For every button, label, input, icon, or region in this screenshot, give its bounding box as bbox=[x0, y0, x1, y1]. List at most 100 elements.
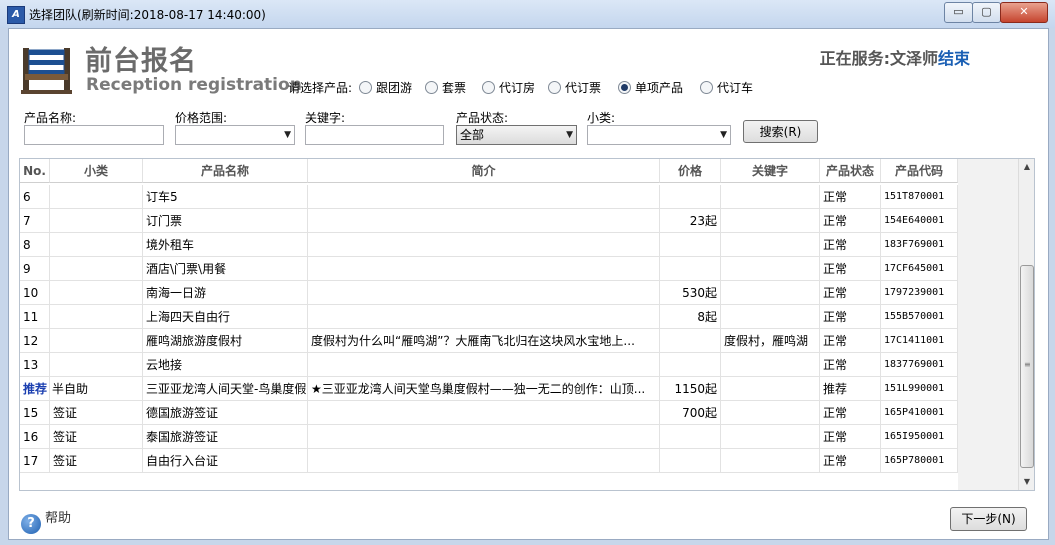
radio-label: 代订房 bbox=[499, 81, 536, 95]
cell-no: 12 bbox=[20, 329, 50, 353]
radio-car-booking[interactable]: 代订车 bbox=[700, 79, 753, 96]
radio-ticket-booking[interactable]: 代订票 bbox=[548, 79, 601, 96]
cell-intro bbox=[308, 401, 660, 425]
table-row[interactable]: 11 上海四天自由行 8起 正常 155B570001 bbox=[20, 305, 958, 329]
table-row[interactable]: 7 订门票 23起 正常 154E640001 bbox=[20, 209, 958, 233]
radio-package[interactable]: 套票 bbox=[425, 79, 466, 96]
window: A 选择团队(刷新时间:2018-08-17 14:40:00) ▭ ▢ ✕ 前… bbox=[0, 0, 1055, 545]
help-link[interactable]: ? 帮助 bbox=[21, 507, 71, 534]
scroll-down-icon[interactable]: ▼ bbox=[1019, 474, 1034, 490]
scroll-thumb[interactable]: ≡ bbox=[1020, 265, 1034, 468]
help-icon: ? bbox=[21, 514, 41, 534]
cell-price bbox=[660, 185, 721, 209]
cell-price bbox=[660, 425, 721, 449]
price-range-select[interactable]: ▼ bbox=[175, 125, 295, 145]
search-button[interactable]: 搜索(R) bbox=[743, 120, 818, 143]
product-table[interactable]: No. 小类 产品名称 简介 价格 关键字 产品状态 产品代码 6 订车5 正常 15… bbox=[19, 158, 1035, 491]
cell-intro bbox=[308, 425, 660, 449]
cell-intro bbox=[308, 305, 660, 329]
cell-keyword bbox=[721, 281, 820, 305]
radio-single-product[interactable]: 单项产品 bbox=[618, 79, 683, 96]
cell-name: 云地接 bbox=[143, 353, 308, 377]
radio-label: 套票 bbox=[442, 81, 467, 95]
maximize-button[interactable]: ▢ bbox=[972, 2, 1001, 23]
col-intro[interactable]: 简介 bbox=[308, 159, 660, 183]
cell-code: 154E640001 bbox=[881, 209, 958, 233]
col-status[interactable]: 产品状态 bbox=[820, 159, 881, 183]
cell-no: 8 bbox=[20, 233, 50, 257]
col-name[interactable]: 产品名称 bbox=[143, 159, 308, 183]
scroll-up-icon[interactable]: ▲ bbox=[1019, 159, 1034, 175]
minimize-button[interactable]: ▭ bbox=[944, 2, 973, 23]
cell-code: 183F769001 bbox=[881, 233, 958, 257]
radio-group-tour[interactable]: 跟团游 bbox=[359, 79, 412, 96]
cell-intro bbox=[308, 233, 660, 257]
end-service-link[interactable]: 结束 bbox=[938, 49, 970, 68]
next-step-button[interactable]: 下一步(N) bbox=[950, 507, 1027, 531]
table-row[interactable]: 8 境外租车 正常 183F769001 bbox=[20, 233, 958, 257]
cell-keyword bbox=[721, 233, 820, 257]
status-value: 全部 bbox=[460, 128, 485, 142]
table-row[interactable]: 15 签证 德国旅游签证 700起 正常 165P410001 bbox=[20, 401, 958, 425]
cell-subtype bbox=[50, 233, 143, 257]
cell-keyword bbox=[721, 305, 820, 329]
col-keyword[interactable]: 关键字 bbox=[721, 159, 820, 183]
cell-price: 23起 bbox=[660, 209, 721, 233]
keyword-input[interactable] bbox=[305, 125, 444, 145]
cell-price: 530起 bbox=[660, 281, 721, 305]
cell-name: 雁鸣湖旅游度假村 bbox=[143, 329, 308, 353]
radio-icon bbox=[700, 81, 713, 94]
vertical-scrollbar[interactable]: ▲ ≡ ▼ bbox=[1018, 159, 1034, 490]
col-price[interactable]: 价格 bbox=[660, 159, 721, 183]
cell-code: 151L990001 bbox=[881, 377, 958, 401]
cell-intro: ★三亚亚龙湾人间天堂鸟巢度假村——独一无二的创作：山顶... bbox=[308, 377, 660, 401]
cell-name: 境外租车 bbox=[143, 233, 308, 257]
cell-subtype bbox=[50, 305, 143, 329]
col-no[interactable]: No. bbox=[20, 159, 50, 183]
table-row[interactable]: 17 签证 自由行入台证 正常 165P780001 bbox=[20, 449, 958, 473]
cell-name: 南海一日游 bbox=[143, 281, 308, 305]
table-row[interactable]: 10 南海一日游 530起 正常 1797239001 bbox=[20, 281, 958, 305]
cell-subtype: 签证 bbox=[50, 401, 143, 425]
cell-code: 1837769001 bbox=[881, 353, 958, 377]
cell-status: 正常 bbox=[820, 353, 881, 377]
product-name-label: 产品名称: bbox=[24, 111, 77, 125]
radio-icon bbox=[482, 81, 495, 94]
cell-status: 正常 bbox=[820, 449, 881, 473]
radio-selected-icon bbox=[618, 81, 631, 94]
status-select[interactable]: 全部 ▼ bbox=[456, 125, 577, 145]
main-panel: 前台报名 Reception registration 正在服务:文泽师结束 请… bbox=[8, 28, 1049, 540]
title-bar[interactable]: A 选择团队(刷新时间:2018-08-17 14:40:00) ▭ ▢ ✕ bbox=[0, 0, 1055, 28]
col-code[interactable]: 产品代码 bbox=[881, 159, 958, 183]
table-row[interactable]: 6 订车5 正常 151T870001 bbox=[20, 185, 958, 209]
cell-price bbox=[660, 449, 721, 473]
cell-no: 15 bbox=[20, 401, 50, 425]
radio-label: 单项产品 bbox=[635, 81, 684, 95]
cell-intro bbox=[308, 449, 660, 473]
table-row[interactable]: 推荐 半自助 三亚亚龙湾人间天堂-鸟巢度假 ★三亚亚龙湾人间天堂鸟巢度假村——独一无二… bbox=[20, 377, 958, 401]
cell-keyword bbox=[721, 353, 820, 377]
cell-code: 17CF645001 bbox=[881, 257, 958, 281]
close-button[interactable]: ✕ bbox=[1000, 2, 1048, 23]
window-title: 选择团队(刷新时间:2018-08-17 14:40:00) bbox=[29, 8, 266, 22]
table-row[interactable]: 9 酒店\门票\用餐 正常 17CF645001 bbox=[20, 257, 958, 281]
table-row[interactable]: 12 雁鸣湖旅游度假村 度假村为什么叫“雁鸣湖”？大雁南飞北归在这块风水宝地上...… bbox=[20, 329, 958, 353]
col-subtype[interactable]: 小类 bbox=[50, 159, 143, 183]
cell-intro bbox=[308, 281, 660, 305]
radio-hotel-booking[interactable]: 代订房 bbox=[482, 79, 535, 96]
cell-status: 正常 bbox=[820, 185, 881, 209]
table-row[interactable]: 16 签证 泰国旅游签证 正常 165I950001 bbox=[20, 425, 958, 449]
status-label: 产品状态: bbox=[456, 111, 509, 125]
cell-status: 推荐 bbox=[820, 377, 881, 401]
cell-keyword bbox=[721, 401, 820, 425]
cell-price bbox=[660, 353, 721, 377]
cell-intro bbox=[308, 353, 660, 377]
cell-code: 155B570001 bbox=[881, 305, 958, 329]
cell-code: 151T870001 bbox=[881, 185, 958, 209]
chevron-down-icon: ▼ bbox=[284, 130, 291, 140]
table-row[interactable]: 13 云地接 正常 1837769001 bbox=[20, 353, 958, 377]
cell-name: 订门票 bbox=[143, 209, 308, 233]
product-name-input[interactable] bbox=[24, 125, 164, 145]
subtype-select[interactable]: ▼ bbox=[587, 125, 731, 145]
cell-no: 10 bbox=[20, 281, 50, 305]
